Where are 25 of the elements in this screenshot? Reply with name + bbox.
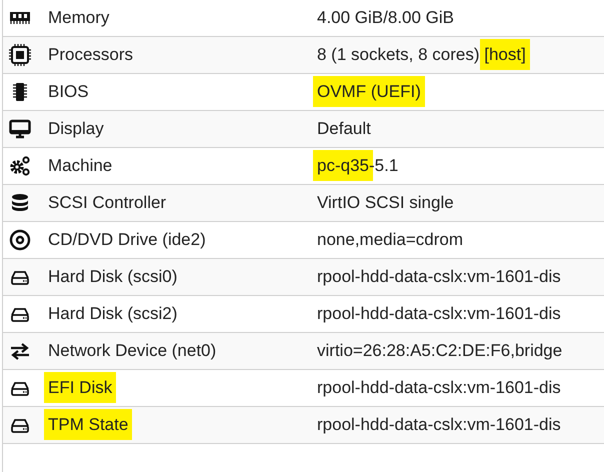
exchange-icon: [9, 340, 31, 362]
property-name: SCSI Controller: [48, 192, 166, 214]
monitor-icon: [9, 118, 31, 140]
chip-icon: [9, 44, 31, 66]
property-name: Display: [48, 118, 104, 140]
property-value: none,media=cdrom: [317, 229, 464, 252]
property-value: 4.00 GiB/8.00 GiB: [317, 7, 454, 30]
property-name: BIOS: [48, 81, 89, 104]
property-value: rpool-hdd-data-cslx:vm-1601-dis: [317, 303, 561, 326]
property-value: VirtIO SCSI single: [317, 192, 454, 214]
property-name: Processors: [48, 44, 134, 66]
property-name: CD/DVD Drive (ide2): [48, 229, 206, 252]
database-icon: [9, 192, 31, 214]
disc-icon: [9, 229, 31, 251]
property-value: virtio=26:28:A5:C2:DE:F6,bridge: [317, 340, 562, 362]
property-value: Default: [317, 118, 371, 140]
property-name: Network Device (net0): [48, 340, 216, 362]
property-name: Hard Disk (scsi0): [48, 266, 178, 288]
property-name: Machine: [48, 155, 112, 178]
property-value: rpool-hdd-data-cslx:vm-1601-dis: [317, 414, 561, 436]
property-value: rpool-hdd-data-cslx:vm-1601-dis: [317, 377, 561, 400]
gears-icon: [9, 155, 31, 177]
property-value: rpool-hdd-data-cslx:vm-1601-dis: [317, 266, 561, 288]
property-name: Hard Disk (scsi2): [48, 303, 178, 326]
property-name: Memory: [48, 7, 110, 30]
